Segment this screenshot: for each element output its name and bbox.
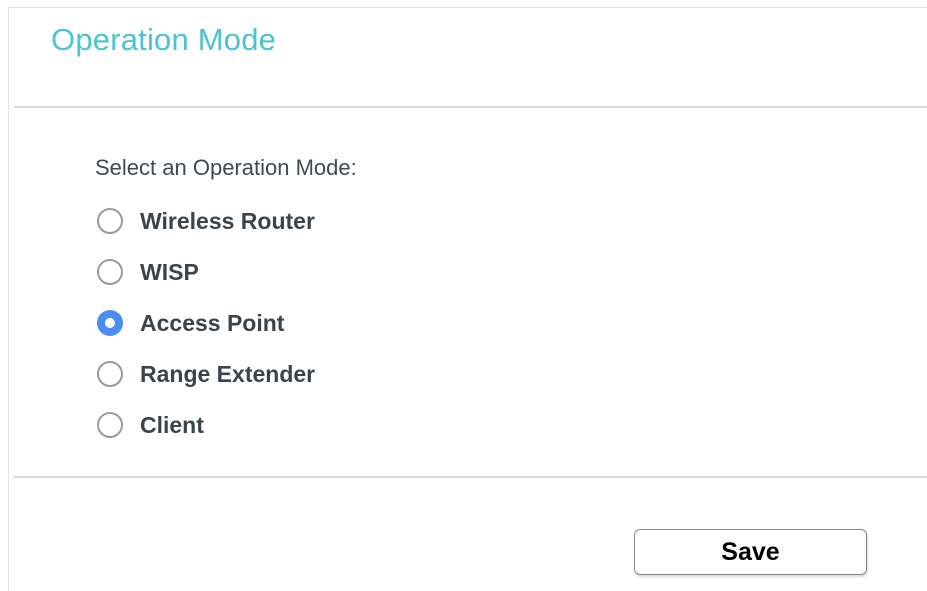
- operation-mode-panel: Operation Mode: [8, 7, 927, 591]
- radio-button-unchecked[interactable]: [97, 361, 123, 387]
- section-label: Select an Operation Mode:: [95, 155, 357, 180]
- option-client[interactable]: Client: [97, 408, 204, 442]
- option-label: Wireless Router: [140, 207, 315, 234]
- radio-button-unchecked[interactable]: [97, 412, 123, 438]
- radio-button-unchecked[interactable]: [97, 208, 123, 234]
- save-button[interactable]: Save: [634, 529, 867, 575]
- option-access-point[interactable]: Access Point: [97, 306, 284, 340]
- option-label: Client: [140, 411, 204, 438]
- option-range-extender[interactable]: Range Extender: [97, 357, 315, 391]
- option-label: Access Point: [140, 309, 285, 336]
- footer-divider: [13, 476, 927, 478]
- option-wisp[interactable]: WISP: [97, 255, 199, 289]
- option-wireless-router[interactable]: Wireless Router: [97, 204, 315, 238]
- radio-button-checked[interactable]: [97, 310, 123, 336]
- header-divider: [14, 106, 927, 108]
- option-label: Range Extender: [140, 360, 316, 387]
- page-title: Operation Mode: [51, 22, 277, 57]
- option-label: WISP: [140, 258, 199, 285]
- radio-button-unchecked[interactable]: [97, 259, 123, 285]
